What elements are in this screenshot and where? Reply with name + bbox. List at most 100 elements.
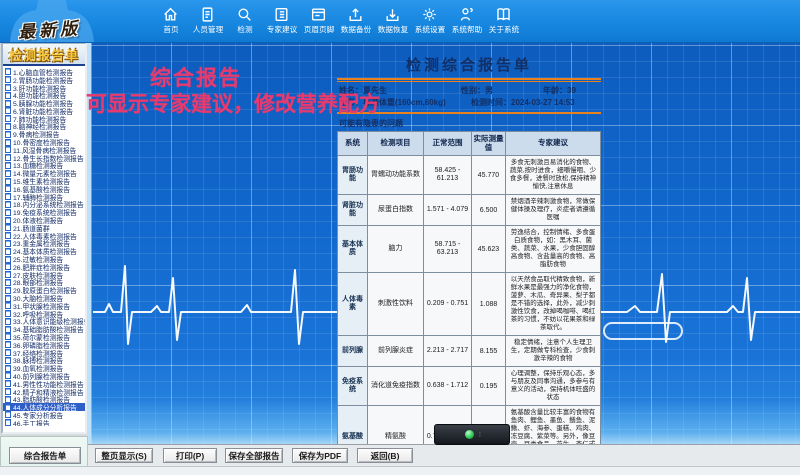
cell-advice: 稳定情绪，注意个人生理卫生，定期做专科检查，少食刺激辛辣的食物 [505, 335, 601, 367]
widget-handle-dots: ∶ [479, 431, 482, 439]
col-header-system: 系统 [337, 131, 368, 156]
full-page-view-button[interactable]: 整页显示(S) [95, 448, 153, 463]
toolbar-button-label: 首页 [162, 25, 179, 34]
document-icon [5, 193, 11, 201]
report-list-title: 检测报告单 [8, 47, 79, 63]
document-icon [5, 333, 11, 341]
cell-value: 6.500 [471, 194, 506, 226]
document-icon [5, 107, 11, 115]
result-table-row: 前列腺 前列腺炎症 2.213 - 2.717 8.155 稳定情绪，注意个人生… [337, 335, 601, 367]
document-icon [5, 216, 11, 224]
document-icon [5, 185, 11, 193]
toolbar-button-label: 页眉页脚 [303, 25, 334, 34]
toolbar-button[interactable]: 首页 [152, 4, 189, 40]
document-icon [5, 372, 11, 380]
report-list-panel: 检测报告单 1.心脑血管检测报告 2.胃肠功能检测报告 3.肝功能检测报告 4.… [1, 42, 87, 434]
print-button[interactable]: 打印(P) [163, 448, 217, 463]
document-icon [5, 411, 11, 419]
document-icon [5, 224, 11, 232]
expert-advice-icon [273, 4, 290, 22]
col-header-item: 检测项目 [367, 131, 424, 156]
back-button[interactable]: 返回(B) [357, 448, 413, 463]
document-icon [5, 91, 11, 99]
toolbar-button-label: 数据备份 [340, 25, 371, 34]
report-list: 1.心脑血管检测报告 2.胃肠功能检测报告 3.肝功能检测报告 4.胆功能检测报… [3, 68, 85, 426]
document-icon [5, 310, 11, 318]
document-icon [5, 115, 11, 123]
left-column: 检测报告单 1.心脑血管检测报告 2.胃肠功能检测报告 3.肝功能检测报告 4.… [0, 42, 88, 475]
annotation-line2: 可显示专家建议，修改营养配方 [86, 93, 380, 116]
cell-range: 1.571 - 4.079 [423, 194, 472, 226]
cell-system: 免疫系统 [337, 366, 368, 406]
report-title: 检测综合报告单 [405, 57, 532, 74]
document-icon [5, 364, 11, 372]
cell-item: 精氨酸 [367, 405, 424, 444]
document-icon [5, 395, 11, 403]
cell-value: 45.770 [471, 155, 506, 195]
cell-item: 消化道免疫指数 [367, 366, 424, 406]
toolbar-button[interactable]: 页眉页脚 [300, 4, 337, 40]
page-header-footer-icon [310, 4, 327, 21]
toolbar-button-label: 数据恢复 [377, 25, 408, 34]
data-restore-icon [384, 4, 401, 22]
toolbar-button-label: 系统设置 [414, 25, 445, 34]
toolbar-button[interactable]: 系统帮助 [448, 4, 485, 40]
app-logo: 最新版 [0, 0, 130, 42]
floating-widget[interactable]: ∶ [434, 424, 510, 445]
document-icon [5, 278, 11, 286]
document-icon [5, 76, 11, 84]
document-icon [5, 68, 11, 76]
toolbar-nav: 首页 人员管理 检测 专家建议 页眉页脚 数据备份 数据恢复 系统设置 系统帮助… [152, 4, 522, 40]
toolbar-button[interactable]: 专家建议 [263, 4, 300, 40]
cell-system: 前列腺 [337, 335, 368, 367]
cell-range: 0.209 - 0.751 [423, 272, 472, 336]
toolbar-button[interactable]: 人员管理 [189, 4, 226, 40]
about-system-book-icon [495, 4, 512, 21]
cell-range: 58.715 - 63.213 [423, 225, 472, 273]
toolbar-button[interactable]: 数据备份 [337, 4, 374, 40]
col-header-range: 正常范围 [423, 131, 472, 156]
document-icon [5, 169, 11, 177]
toolbar-button-label: 专家建议 [266, 25, 297, 34]
toolbar-button[interactable]: 数据恢复 [374, 4, 411, 40]
data-backup-icon [347, 4, 364, 22]
toolbar-button-label: 系统帮助 [451, 25, 482, 34]
bottom-button-bar: 整页显示(S) 打印(P) 保存全部报告 保存为PDF 返回(B) [88, 444, 800, 466]
toolbar-button-label: 关于系统 [488, 25, 519, 34]
cell-system: 人体毒素 [337, 272, 368, 336]
document-icon [5, 255, 11, 263]
document-icon [5, 286, 11, 294]
cell-value: 1.088 [471, 272, 506, 336]
result-table-row: 肾脏功能 尿蛋白指数 1.571 - 4.079 6.500 禁烟酒辛辣刺激食物… [337, 194, 601, 226]
result-table-row: 人体毒素 刺激性饮料 0.209 - 0.751 1.088 以天然食品取代精致… [337, 272, 601, 336]
toolbar-button[interactable]: 关于系统 [485, 4, 522, 40]
save-as-pdf-button[interactable]: 保存为PDF [292, 448, 348, 463]
cell-system: 基本体质 [337, 225, 368, 273]
document-icon [5, 325, 11, 333]
system-settings-gear-icon [421, 4, 438, 21]
save-all-reports-button[interactable]: 保存全部报告 [225, 448, 283, 463]
cell-item: 脑力 [367, 225, 424, 273]
toolbar-button[interactable]: 系统设置 [411, 4, 448, 40]
document-icon [5, 380, 11, 388]
cell-advice: 心理调整，保持乐观心态，多与朋友及同事沟通，多参与有意义的活动，保持机体旺盛的状… [505, 366, 601, 406]
cell-system: 胃肠功能 [337, 155, 368, 195]
home-icon [162, 4, 179, 21]
result-table: 系统 检测项目 正常范围 实际测量值 专家建议 胃肠功能 胃蠕动功能系数 58.… [337, 131, 601, 444]
document-icon [5, 177, 11, 185]
document-icon [5, 302, 11, 310]
composite-report-button[interactable]: 综合报告单 [9, 447, 81, 464]
cell-advice: 以天然食品取代精致食物，新鲜水果是最强力的净化食物，菠萝、木瓜、奇异果、梨子都是… [505, 272, 601, 336]
document-icon [5, 138, 11, 146]
section-label: 可能有隐患的问题 [339, 119, 403, 128]
detect-time: 检测时间：2024-03-27 14:53 [471, 98, 575, 107]
cell-advice: 氨基酸含量比较丰富的食物有鱼肉、鲤鱼、墨鱼、鳝鱼、泥鳅、虾、海参、蛋糕、鸡肉、冻… [505, 405, 601, 444]
report-list-item-label: 46.手工报告 [13, 420, 50, 426]
col-header-advice: 专家建议 [505, 131, 601, 156]
document-icon [5, 208, 11, 216]
document-icon [5, 271, 11, 279]
document-icon [5, 154, 11, 162]
report-list-header: 检测报告单 [3, 44, 85, 66]
report-list-item[interactable]: 46.手工报告 [3, 419, 85, 426]
toolbar-button[interactable]: 检测 [226, 4, 263, 40]
